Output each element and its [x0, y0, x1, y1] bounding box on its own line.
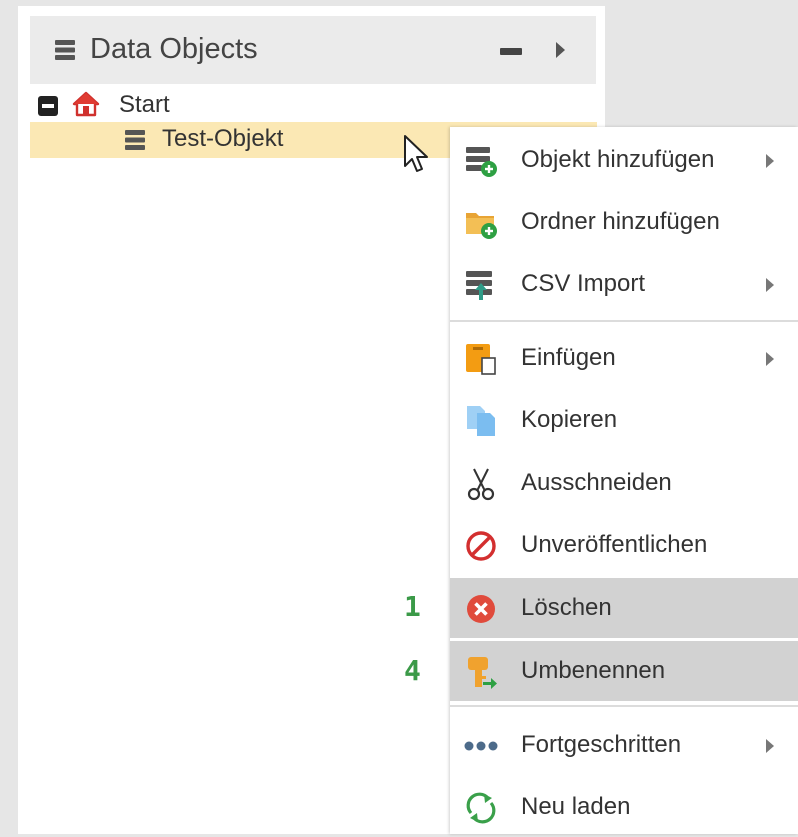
menu-item-label: Fortgeschritten — [521, 731, 682, 758]
tree-item-label: Test-Objekt — [162, 125, 284, 152]
copy-icon — [467, 406, 495, 436]
submenu-caret-icon — [766, 154, 774, 168]
panel-header: Data Objects — [30, 16, 596, 84]
menu-item-label: Ordner hinzufügen — [521, 208, 720, 235]
panel-title: Data Objects — [90, 33, 258, 65]
delete-icon — [467, 595, 495, 623]
menu-item-neu-laden[interactable]: Neu laden — [450, 777, 798, 837]
home-icon — [72, 91, 100, 117]
menu-item-csv-import[interactable]: CSV Import — [450, 254, 798, 314]
menu-item-umbenennen[interactable]: Umbenennen — [450, 641, 798, 701]
menu-item-label: Neu laden — [521, 793, 631, 820]
unpublish-icon — [466, 531, 496, 561]
reload-icon — [466, 792, 496, 824]
menu-item-label: CSV Import — [521, 270, 646, 297]
submenu-caret-icon — [766, 278, 774, 292]
menu-item-loeschen[interactable]: Löschen — [450, 578, 798, 638]
menu-item-ordner-hinzufuegen[interactable]: Ordner hinzufügen — [450, 192, 798, 252]
submenu-caret-icon — [766, 352, 774, 366]
menu-separator — [450, 320, 798, 322]
mouse-cursor-icon — [404, 135, 428, 172]
database-icon — [125, 130, 145, 150]
menu-item-unveroeffentlichen[interactable]: Unveröffentlichen — [450, 515, 798, 575]
add-object-icon — [466, 147, 497, 177]
menu-separator — [450, 705, 798, 707]
step-number-delete: 1 — [404, 590, 421, 623]
scissors-icon — [467, 468, 495, 501]
collapse-box-icon[interactable] — [38, 96, 58, 116]
more-dots-icon — [464, 741, 498, 751]
rename-key-icon — [468, 657, 497, 689]
menu-item-label: Kopieren — [521, 406, 618, 433]
tree-item-label: Start — [119, 91, 170, 118]
menu-item-objekt-hinzufuegen[interactable]: Objekt hinzufügen — [450, 130, 798, 190]
menu-item-label: Objekt hinzufügen — [521, 146, 715, 173]
context-menu: Objekt hinzufügen Ordner hinzufügen CSV … — [450, 127, 798, 834]
menu-item-label: Ausschneiden — [521, 469, 672, 496]
menu-item-kopieren[interactable]: Kopieren — [450, 390, 798, 450]
minus-icon[interactable] — [500, 48, 522, 55]
add-folder-icon — [466, 213, 497, 239]
submenu-caret-icon — [766, 739, 774, 753]
menu-item-einfuegen[interactable]: Einfügen — [450, 328, 798, 388]
menu-item-label: Umbenennen — [521, 657, 666, 684]
database-icon — [55, 40, 75, 60]
step-number-rename: 4 — [404, 654, 421, 687]
menu-item-label: Unveröffentlichen — [521, 531, 708, 558]
caret-right-icon[interactable] — [556, 42, 565, 58]
menu-item-ausschneiden[interactable]: Ausschneiden — [450, 453, 798, 513]
menu-item-label: Löschen — [521, 594, 612, 621]
csv-import-icon — [466, 271, 492, 300]
tree-item-start[interactable]: Start — [30, 86, 596, 122]
paste-icon — [466, 344, 496, 375]
menu-item-label: Einfügen — [521, 344, 616, 371]
menu-item-fortgeschritten[interactable]: Fortgeschritten — [450, 715, 798, 775]
